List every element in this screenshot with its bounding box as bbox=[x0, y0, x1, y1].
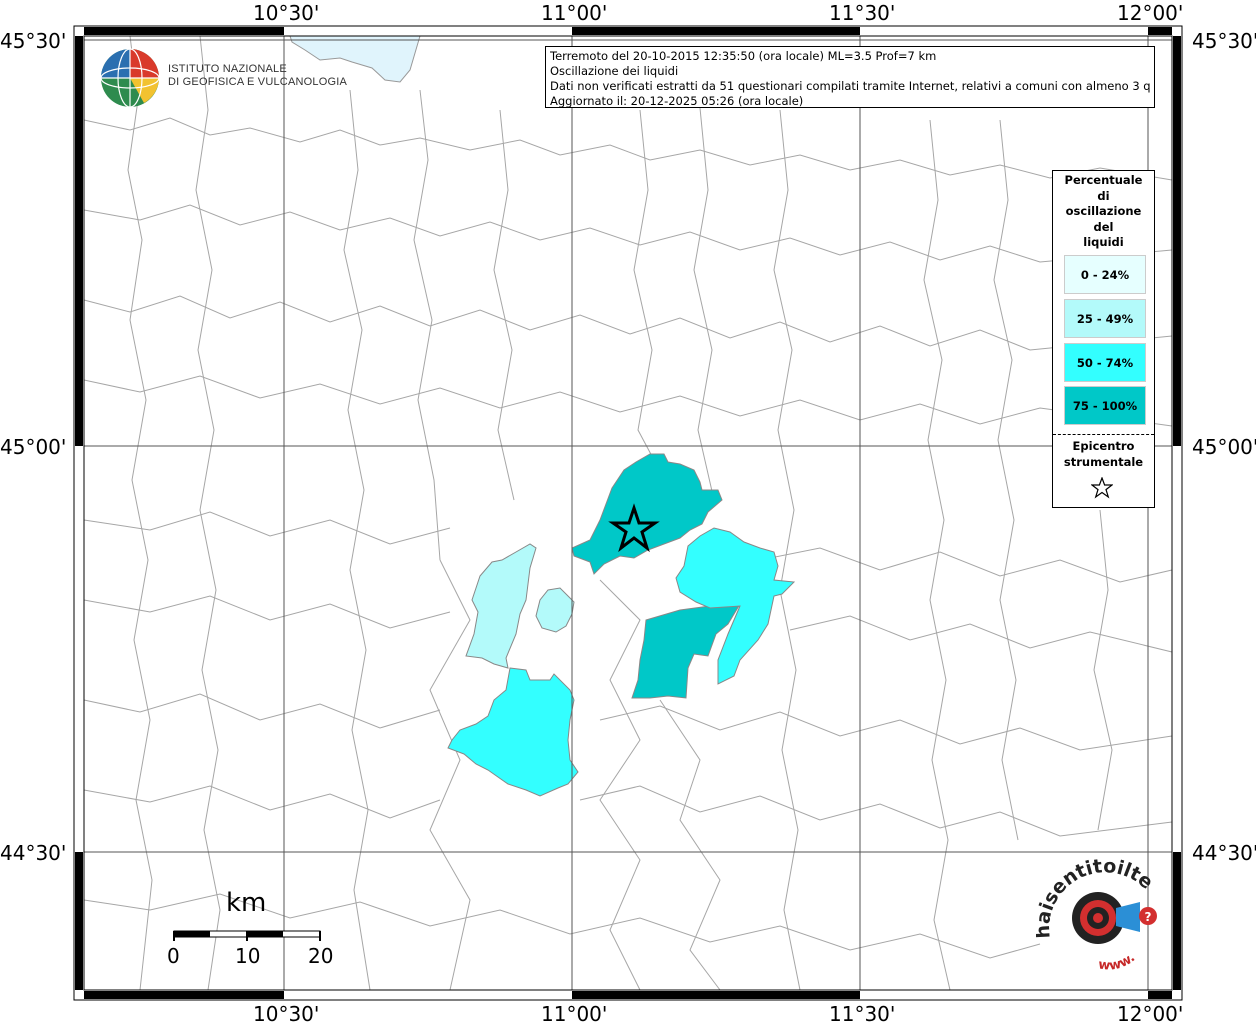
legend-title-line: liquidi bbox=[1083, 235, 1124, 249]
legend-class-0-24: 0 - 24% bbox=[1064, 255, 1146, 294]
top-lon-tick: 12°00' bbox=[1117, 1, 1184, 25]
institute-name-line: ISTITUTO NAZIONALE bbox=[168, 63, 287, 75]
top-lon-tick: 11°00' bbox=[541, 1, 608, 25]
scale-label: 20 bbox=[308, 944, 334, 968]
legend-title-line: del bbox=[1093, 219, 1114, 234]
hai-sentito-logo[interactable]: haisentitoilterremoto.it www. ? bbox=[1036, 856, 1176, 996]
svg-text:?: ? bbox=[1145, 910, 1152, 924]
legend-epicenter-line: strumentale bbox=[1063, 454, 1144, 469]
institute-name: ISTITUTO NAZIONALE DI GEOFISICA E VULCAN… bbox=[168, 63, 347, 89]
left-lat-tick: 45°30' bbox=[0, 29, 67, 53]
event-info-box: Terremoto del 20-10-2015 12:35:50 (ora l… bbox=[545, 46, 1155, 108]
legend-epicenter-label: Epicentro strumentale bbox=[1053, 439, 1154, 470]
scale-label: 0 bbox=[167, 944, 180, 968]
bottom-lon-tick: 11°00' bbox=[541, 1002, 608, 1026]
scale-label: 10 bbox=[235, 944, 261, 968]
seismic-target-icon: ? bbox=[1072, 892, 1157, 944]
institute-name-line: DI GEOFISICA E VULCANOLOGIA bbox=[168, 76, 347, 88]
left-lat-tick: 44°30' bbox=[0, 841, 67, 865]
legend-class-25-49: 25 - 49% bbox=[1064, 299, 1146, 338]
data-note: Dati non verificati estratti da 51 quest… bbox=[550, 79, 1150, 93]
top-lon-tick: 10°30' bbox=[253, 1, 320, 25]
right-lat-tick: 44°30' bbox=[1192, 841, 1256, 865]
legend: Percentuale di oscillazione del liquidi … bbox=[1052, 170, 1155, 508]
left-lat-tick: 45°00' bbox=[0, 435, 67, 459]
bottom-lon-tick: 11°30' bbox=[829, 1002, 896, 1026]
legend-class-75-100: 75 - 100% bbox=[1064, 386, 1146, 425]
update-time: Aggiornato il: 20-12-2025 05:26 (ora loc… bbox=[550, 94, 804, 108]
right-lat-tick: 45°30' bbox=[1192, 29, 1256, 53]
legend-title: Percentuale di oscillazione del liquidi bbox=[1053, 171, 1154, 251]
legend-divider bbox=[1053, 434, 1154, 435]
scale-unit: km bbox=[226, 888, 267, 918]
legend-title-line: Percentuale bbox=[1064, 173, 1143, 187]
watermark-url-prefix: www. bbox=[1097, 950, 1138, 973]
event-title: Terremoto del 20-10-2015 12:35:50 (ora l… bbox=[550, 49, 937, 63]
legend-title-line: di bbox=[1097, 188, 1110, 203]
legend-class-50-74: 50 - 74% bbox=[1064, 343, 1146, 382]
top-lon-tick: 11°30' bbox=[829, 1, 896, 25]
star-outline-icon bbox=[1091, 477, 1113, 499]
bottom-lon-tick: 12°00' bbox=[1117, 1002, 1184, 1026]
legend-epicenter-line: Epicentro bbox=[1072, 439, 1135, 453]
legend-title-line: oscillazione bbox=[1065, 204, 1142, 218]
map-subject: Oscillazione dei liquidi bbox=[550, 64, 679, 78]
bottom-lon-tick: 10°30' bbox=[253, 1002, 320, 1026]
svg-text:www.: www. bbox=[1097, 950, 1138, 973]
right-lat-tick: 45°00' bbox=[1192, 435, 1256, 459]
